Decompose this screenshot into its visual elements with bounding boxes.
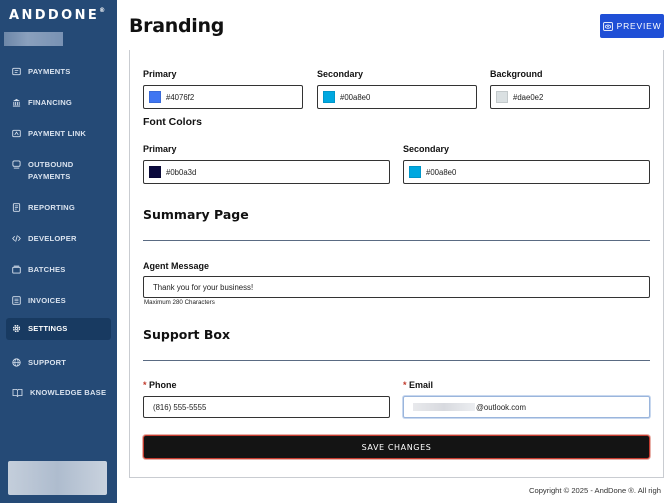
phone-value: (816) 555-5555 xyxy=(153,402,207,412)
sidebar-item-label: DEVELOPER xyxy=(28,234,77,243)
primary-color-value: #4076f2 xyxy=(166,92,195,102)
globe-icon xyxy=(12,358,21,367)
secondary-color-label: Secondary xyxy=(317,69,364,79)
font-colors-heading: Font Colors xyxy=(143,116,202,128)
font-primary-label: Primary xyxy=(143,144,177,154)
user-profile[interactable] xyxy=(8,461,107,495)
background-color-field[interactable]: #dae0e2 xyxy=(490,85,650,109)
background-color-value: #dae0e2 xyxy=(513,92,544,102)
logo[interactable]: ANDDONE® xyxy=(9,7,105,23)
font-secondary-value: #00a8e0 xyxy=(426,167,457,177)
phone-label: * Phone xyxy=(143,380,177,390)
sidebar-item-label: INVOICES xyxy=(28,296,66,305)
invoices-icon xyxy=(12,296,21,305)
primary-color-swatch[interactable] xyxy=(149,91,161,103)
payments-icon xyxy=(12,67,21,76)
batches-icon xyxy=(12,265,21,274)
sidebar-item-support[interactable]: SUPPORT xyxy=(6,352,111,374)
sidebar-item-label: PAYMENT LINK xyxy=(28,129,87,138)
preview-label: PREVIEW xyxy=(616,21,662,31)
font-secondary-label: Secondary xyxy=(403,144,450,154)
sidebar-item-payment-link[interactable]: PAYMENT LINK xyxy=(6,123,111,145)
sidebar-item-label: BATCHES xyxy=(28,265,66,274)
agent-message-label: Agent Message xyxy=(143,261,210,271)
sidebar-item-settings[interactable]: SETTINGS xyxy=(6,318,111,340)
secondary-color-value: #00a8e0 xyxy=(340,92,371,102)
sidebar-item-developer[interactable]: DEVELOPER xyxy=(6,228,111,250)
sidebar-item-label: FINANCING xyxy=(28,98,72,107)
primary-color-field[interactable]: #4076f2 xyxy=(143,85,303,109)
sidebar-item-label: SUPPORT xyxy=(28,358,67,367)
support-box-heading: Support Box xyxy=(143,327,231,342)
sidebar-item-invoices[interactable]: INVOICES xyxy=(6,290,111,312)
sidebar-item-outbound-payments[interactable]: OUTBOUND PAYMENTS xyxy=(6,154,111,188)
sidebar-item-batches[interactable]: BATCHES xyxy=(6,259,111,281)
secondary-color-field[interactable]: #00a8e0 xyxy=(317,85,477,109)
bank-icon xyxy=(12,98,21,107)
footer-copyright: Copyright © 2025 - AndDone ®. All righ xyxy=(529,486,661,495)
sidebar-item-knowledge-base[interactable]: KNOWLEDGE BASE xyxy=(6,382,111,404)
font-primary-swatch[interactable] xyxy=(149,166,161,178)
sidebar-item-reporting[interactable]: REPORTING xyxy=(6,197,111,219)
account-selector[interactable] xyxy=(4,32,63,46)
support-divider xyxy=(143,360,650,361)
agent-message-value: Thank you for your business! xyxy=(153,282,254,292)
font-secondary-color-field[interactable]: #00a8e0 xyxy=(403,160,650,184)
phone-input[interactable]: (816) 555-5555 xyxy=(143,396,390,418)
agent-message-input[interactable]: Thank you for your business! xyxy=(143,276,650,298)
outbound-payments-icon xyxy=(12,160,21,169)
secondary-color-swatch[interactable] xyxy=(323,91,335,103)
sidebar-item-label: KNOWLEDGE BASE xyxy=(30,388,107,397)
reporting-icon xyxy=(12,203,21,212)
gear-icon xyxy=(12,324,21,333)
sidebar: ANDDONE® PAYMENTS FINANCING PAYMENT LINK… xyxy=(0,0,117,503)
email-label: * Email xyxy=(403,380,434,390)
background-color-swatch[interactable] xyxy=(496,91,508,103)
payment-link-icon xyxy=(12,129,21,138)
sidebar-item-label: PAYMENTS xyxy=(28,67,71,76)
font-secondary-swatch[interactable] xyxy=(409,166,421,178)
email-value: @outlook.com xyxy=(476,402,526,412)
sidebar-item-financing[interactable]: FINANCING xyxy=(6,92,111,114)
sidebar-item-label: REPORTING xyxy=(28,203,75,212)
font-primary-value: #0b0a3d xyxy=(166,167,197,177)
save-changes-button[interactable]: SAVE CHANGES xyxy=(143,435,650,459)
summary-page-heading: Summary Page xyxy=(143,207,249,222)
email-redacted xyxy=(413,403,475,411)
sidebar-item-payments[interactable]: PAYMENTS xyxy=(6,61,111,83)
book-icon xyxy=(12,388,23,397)
font-primary-color-field[interactable]: #0b0a3d xyxy=(143,160,390,184)
code-icon xyxy=(12,234,21,243)
page-title: Branding xyxy=(129,15,225,37)
background-color-label: Background xyxy=(490,69,543,79)
email-input[interactable]: @outlook.com xyxy=(403,396,650,418)
required-marker: * xyxy=(143,380,147,390)
preview-icon xyxy=(602,21,613,31)
sidebar-item-label: OUTBOUND PAYMENTS xyxy=(28,160,74,181)
primary-color-label: Primary xyxy=(143,69,177,79)
sidebar-item-label: SETTINGS xyxy=(28,324,68,333)
required-marker: * xyxy=(403,380,407,390)
agent-message-helper: Maximum 280 Characters xyxy=(144,299,215,306)
preview-button[interactable]: PREVIEW xyxy=(600,14,664,38)
summary-divider xyxy=(143,240,650,241)
